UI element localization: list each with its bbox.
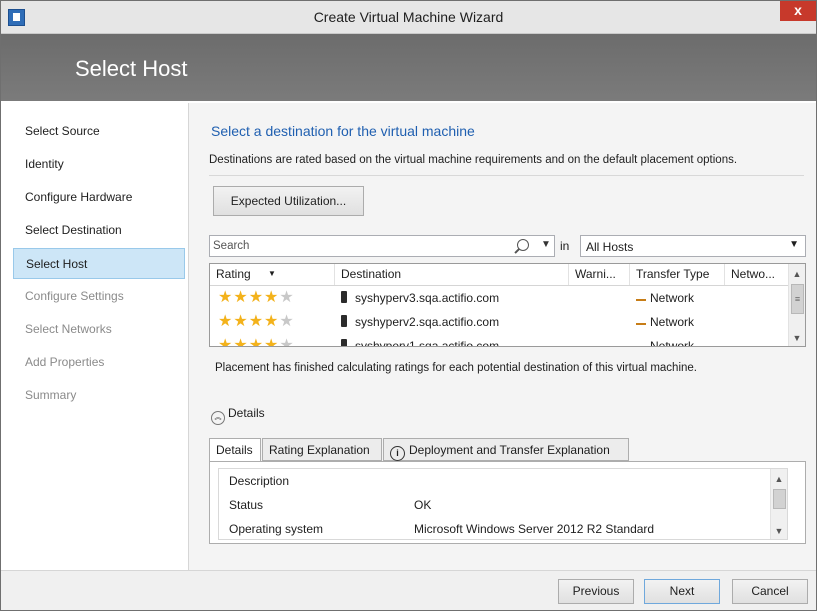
nav-step-add-properties: Add Properties (25, 355, 105, 369)
section-description: Destinations are rated based on the virt… (209, 154, 738, 166)
chevron-down-icon[interactable]: ▼ (789, 239, 799, 250)
window-title: Create Virtual Machine Wizard (313, 9, 504, 25)
column-header-network[interactable]: Netwo... (725, 264, 790, 285)
page-title: Select Host (75, 56, 188, 81)
transfer-type-cell: Network (636, 334, 695, 347)
server-icon (341, 291, 347, 303)
network-icon (636, 293, 646, 301)
network-icon (636, 341, 646, 346)
property-row: Status OK (219, 493, 787, 517)
property-key: Operating system (229, 522, 324, 536)
table-row[interactable]: ★★★★★ syshyperv3.sqa.actifio.com Network (210, 286, 790, 310)
property-row: Description (219, 469, 787, 493)
destination-cell: syshyperv2.sqa.actifio.com (341, 310, 499, 334)
wizard-header: Select Host (1, 34, 816, 101)
section-heading: Select a destination for the virtual mac… (211, 123, 475, 139)
table-row[interactable]: ★★★★★ syshyperv1.sqa.actifio.com Network (210, 334, 790, 347)
scroll-up-icon[interactable]: ▲ (789, 266, 805, 282)
nav-step-select-host[interactable]: Select Host (13, 248, 185, 279)
expected-utilization-button[interactable]: Expected Utilization... (213, 186, 364, 216)
transfer-type-cell: Network (636, 286, 694, 310)
column-header-destination[interactable]: Destination (335, 264, 569, 285)
destination-name: syshyperv1.sqa.actifio.com (355, 339, 500, 347)
table-row[interactable]: ★★★★★ syshyperv2.sqa.actifio.com Network (210, 310, 790, 334)
nav-step-select-networks: Select Networks (25, 322, 112, 336)
transfer-type-value: Network (650, 315, 695, 329)
cancel-button[interactable]: Cancel (732, 579, 808, 604)
search-input[interactable]: Search (213, 240, 249, 252)
property-value: Microsoft Windows Server 2012 R2 Standar… (414, 522, 655, 536)
search-box[interactable]: Search ▼ (209, 235, 555, 257)
nav-step-select-destination[interactable]: Select Destination (13, 215, 185, 246)
details-tab-panel: Description Status OK Operating system M… (209, 461, 806, 544)
content-panel: Select a destination for the virtual mac… (189, 103, 816, 570)
grid-scrollbar[interactable]: ▲ ≡ ▼ (788, 264, 805, 346)
wizard-steps-nav: Select Source Identity Configure Hardwar… (1, 103, 189, 570)
previous-button[interactable]: Previous (558, 579, 634, 604)
divider (209, 175, 804, 176)
nav-step-configure-hardware[interactable]: Configure Hardware (13, 182, 185, 213)
chevron-down-icon[interactable]: ▼ (541, 239, 551, 250)
destination-name: syshyperv2.sqa.actifio.com (355, 315, 500, 329)
nav-step-select-source[interactable]: Select Source (13, 116, 185, 147)
rating-stars: ★★★★★ (218, 289, 295, 306)
grid-header: Rating ▼ Destination Warni... Transfer T… (210, 264, 790, 286)
close-button[interactable]: x (780, 1, 816, 21)
column-header-transfer-type[interactable]: Transfer Type (630, 264, 725, 285)
wizard-window: Create Virtual Machine Wizard x Select H… (0, 0, 817, 611)
host-scope-value: All Hosts (586, 240, 634, 254)
nav-step-summary: Summary (25, 388, 77, 402)
scroll-thumb[interactable] (773, 489, 786, 509)
host-scope-dropdown[interactable]: All Hosts ▼ (580, 235, 806, 257)
network-icon (636, 317, 646, 325)
rating-stars: ★★★★★ (218, 313, 295, 330)
transfer-type-value: Network (650, 339, 695, 347)
nav-step-identity[interactable]: Identity (13, 149, 185, 180)
destination-cell: syshyperv3.sqa.actifio.com (341, 286, 499, 310)
column-header-warning[interactable]: Warni... (569, 264, 630, 285)
next-button[interactable]: Next (644, 579, 720, 604)
properties-list: Description Status OK Operating system M… (218, 468, 788, 540)
collapse-icon[interactable]: ︽ (211, 411, 225, 425)
title-bar[interactable]: Create Virtual Machine Wizard x (1, 1, 816, 34)
destination-name: syshyperv3.sqa.actifio.com (355, 291, 500, 305)
transfer-type-cell: Network (636, 310, 694, 334)
property-key: Description (229, 474, 290, 488)
property-key: Status (229, 498, 264, 512)
scroll-thumb[interactable]: ≡ (791, 284, 804, 314)
column-header-rating[interactable]: Rating ▼ (210, 264, 335, 285)
sort-descending-icon: ▼ (268, 269, 276, 278)
property-row: Operating system Microsoft Windows Serve… (219, 517, 787, 539)
tab-rating-explanation[interactable]: Rating Explanation (262, 438, 382, 461)
scroll-down-icon[interactable]: ▼ (771, 523, 787, 539)
server-icon (341, 339, 347, 346)
tab-label: Deployment and Transfer Explanation (409, 443, 610, 457)
nav-step-configure-settings: Configure Settings (25, 289, 124, 303)
property-value: OK (414, 498, 432, 512)
placement-status-message: Placement has finished calculating ratin… (215, 362, 697, 374)
rating-stars: ★★★★★ (218, 337, 295, 347)
details-toggle[interactable]: ︽ Details (211, 406, 265, 425)
tab-deployment-transfer-explanation[interactable]: i Deployment and Transfer Explanation (383, 438, 629, 461)
details-toggle-label: Details (228, 406, 265, 420)
search-scope-label: in (560, 239, 570, 253)
transfer-type-value: Network (650, 291, 695, 305)
destination-cell: syshyperv1.sqa.actifio.com (341, 334, 500, 347)
properties-scrollbar[interactable]: ▲ ▼ (770, 469, 787, 539)
host-grid: Rating ▼ Destination Warni... Transfer T… (209, 263, 806, 347)
scroll-down-icon[interactable]: ▼ (789, 330, 805, 346)
search-icon[interactable] (517, 239, 529, 251)
scroll-up-icon[interactable]: ▲ (771, 471, 787, 487)
info-icon: i (390, 446, 405, 461)
column-header-label: Rating (216, 267, 251, 281)
tab-details[interactable]: Details (209, 438, 261, 463)
server-icon (341, 315, 347, 327)
wizard-footer: Previous Next Cancel (1, 570, 816, 610)
